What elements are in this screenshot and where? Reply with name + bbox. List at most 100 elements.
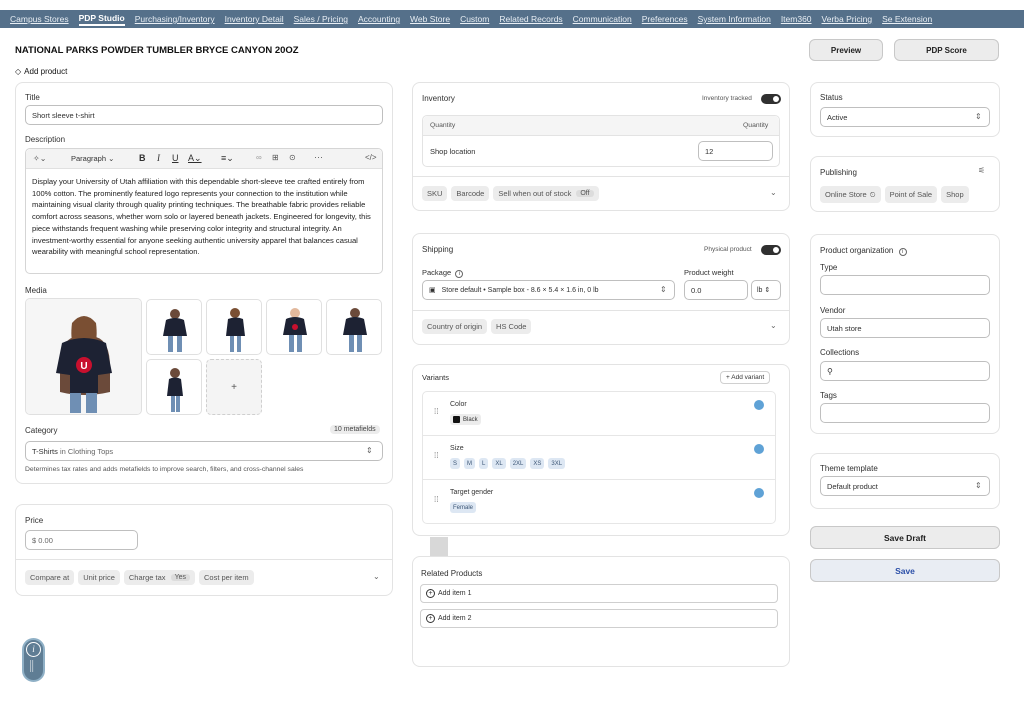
status-select[interactable]: Active xyxy=(820,107,990,127)
preview-button[interactable]: Preview xyxy=(809,39,883,61)
publishing-channel-pill[interactable]: Point of Sale xyxy=(884,186,938,203)
add-item-1-button[interactable]: + Add item 1 xyxy=(420,584,778,603)
image-icon[interactable]: ⊞ xyxy=(272,153,279,162)
sell-oos-pill[interactable]: Sell when out of stock Off xyxy=(493,186,599,201)
nav-tab[interactable]: Preferences xyxy=(642,14,688,24)
color-value-chip[interactable]: Black xyxy=(450,414,481,425)
edit-color-icon[interactable] xyxy=(754,400,764,410)
nav-tab[interactable]: Purchasing/Inventory xyxy=(135,14,215,24)
nav-tab[interactable]: Communication xyxy=(573,14,632,24)
drag-handle-icon[interactable]: ⁞⁞ xyxy=(434,496,438,504)
category-select[interactable]: T-Shirts in Clothing Tops xyxy=(25,441,383,461)
add-item-2-button[interactable]: + Add item 2 xyxy=(420,609,778,628)
theme-template-select[interactable]: Default product xyxy=(820,476,990,496)
nav-tab[interactable]: Web Store xyxy=(410,14,450,24)
nav-tab[interactable]: Related Records xyxy=(499,14,562,24)
vendor-input[interactable]: Utah store xyxy=(820,318,990,338)
magic-icon[interactable]: ✧⌄ xyxy=(33,154,46,163)
link-icon[interactable]: ∞ xyxy=(256,153,262,162)
edit-size-icon[interactable] xyxy=(754,444,764,454)
grid-icon: ⠿ ⠿ xyxy=(29,661,35,674)
pdp-score-button[interactable]: PDP Score xyxy=(894,39,999,61)
nav-tab[interactable]: Custom xyxy=(460,14,489,24)
shipping-expand-icon[interactable]: ⌄ xyxy=(770,321,777,330)
more-icon[interactable]: ··· xyxy=(314,152,323,162)
nav-tab[interactable]: Se Extension xyxy=(882,14,932,24)
nav-tab[interactable]: System Information xyxy=(698,14,771,24)
add-product-label: Add product xyxy=(24,67,68,76)
add-media-button[interactable]: + xyxy=(206,359,262,415)
title-input[interactable]: Short sleeve t-shirt xyxy=(25,105,383,125)
hs-code-pill[interactable]: HS Code xyxy=(491,319,532,334)
top-nav-bar: Campus Stores PDP Studio Purchasing/Invent… xyxy=(0,10,1024,28)
physical-product-toggle[interactable] xyxy=(761,245,781,255)
weight-unit-select[interactable]: lb ⇕ xyxy=(751,280,781,300)
nav-tab[interactable]: Inventory Detail xyxy=(225,14,284,24)
underline-icon[interactable]: U xyxy=(172,153,179,163)
drag-handle-icon[interactable]: ⁞⁞ xyxy=(434,408,438,416)
inventory-col-quantity-right: Quantity xyxy=(743,122,769,129)
align-icon[interactable]: ≡⌄ xyxy=(221,153,234,164)
package-select[interactable]: ▣ Store default • Sample box - 8.6 × 5.4 … xyxy=(422,280,675,300)
add-product-link[interactable]: ◇ Add product xyxy=(15,67,67,76)
drag-handle-icon[interactable]: ⁞⁞ xyxy=(434,452,438,460)
size-value-chip[interactable]: 2XL xyxy=(509,458,527,469)
collections-input[interactable]: ⚲ xyxy=(820,361,990,381)
price-expand-icon[interactable]: ⌄ xyxy=(373,572,380,581)
price-input[interactable]: $ 0.00 xyxy=(25,530,138,550)
media-thumb-3[interactable] xyxy=(206,299,262,355)
media-main-image[interactable]: U xyxy=(25,298,142,415)
quantity-input[interactable]: 12 xyxy=(698,141,773,161)
metafields-badge[interactable]: 10 metafields xyxy=(330,425,380,434)
publishing-channel-pill[interactable]: Online Store ⏲ xyxy=(820,186,881,203)
add-item-1-label: Add item 1 xyxy=(438,590,472,597)
bold-icon[interactable]: B xyxy=(139,153,146,163)
size-value-chip[interactable]: 3XL xyxy=(548,458,566,469)
country-origin-pill[interactable]: Country of origin xyxy=(422,319,488,334)
media-thumb-2[interactable] xyxy=(146,299,202,355)
inventory-expand-icon[interactable]: ⌄ xyxy=(770,188,777,197)
gender-value-chip[interactable]: Female xyxy=(450,502,477,513)
charge-tax-pill[interactable]: Charge tax Yes xyxy=(123,570,195,585)
size-value-chip[interactable]: XS xyxy=(530,458,545,469)
edit-gender-icon[interactable] xyxy=(754,488,764,498)
color-option-label: Color xyxy=(450,401,467,408)
nav-tab[interactable]: PDP Studio xyxy=(78,13,125,26)
nav-tab[interactable]: Accounting xyxy=(358,14,400,24)
nav-tab[interactable]: Campus Stores xyxy=(10,14,69,24)
nav-tab[interactable]: Verba Pricing xyxy=(822,14,873,24)
media-thumb-6[interactable] xyxy=(146,359,202,415)
save-draft-button[interactable]: Save Draft xyxy=(810,526,1000,549)
price-divider xyxy=(16,559,392,560)
sku-pill[interactable]: SKU xyxy=(422,186,448,201)
publishing-channel-pill[interactable]: Shop xyxy=(941,186,969,203)
add-variant-button[interactable]: + Add variant xyxy=(720,371,771,384)
cost-per-item-pill[interactable]: Cost per item xyxy=(198,570,254,585)
media-thumb-4[interactable] xyxy=(266,299,322,355)
organization-label-text: Product organization xyxy=(820,246,894,255)
type-input[interactable] xyxy=(820,275,990,295)
inventory-tracked-toggle[interactable] xyxy=(761,94,781,104)
scroll-thumb[interactable] xyxy=(430,537,448,556)
tags-input[interactable] xyxy=(820,403,990,423)
publishing-settings-icon[interactable]: ⚟ xyxy=(978,166,985,175)
nav-tab[interactable]: Sales / Pricing xyxy=(294,14,348,24)
text-color-icon[interactable]: A⌄ xyxy=(188,153,202,164)
video-icon[interactable]: ⊙ xyxy=(289,153,296,162)
compare-at-pill[interactable]: Compare at xyxy=(25,570,75,585)
nav-tab[interactable]: Item360 xyxy=(781,14,812,24)
size-value-chip[interactable]: S xyxy=(450,458,461,469)
code-icon[interactable]: </> xyxy=(365,153,377,162)
media-thumb-5[interactable] xyxy=(326,299,382,355)
paragraph-select[interactable]: Paragraph ⌄ xyxy=(71,154,114,163)
barcode-pill[interactable]: Barcode xyxy=(451,186,490,201)
unit-price-pill[interactable]: Unit price xyxy=(78,570,120,585)
color-value: Black xyxy=(463,416,478,423)
assistant-widget[interactable]: i ⠿ ⠿ xyxy=(22,638,45,682)
weight-input[interactable]: 0.0 xyxy=(684,280,748,300)
size-value-chip[interactable]: L xyxy=(479,458,489,469)
size-value-chip[interactable]: XL xyxy=(492,458,506,469)
size-value-chip[interactable]: M xyxy=(464,458,476,469)
italic-icon[interactable]: I xyxy=(157,153,160,163)
save-button[interactable]: Save xyxy=(810,559,1000,582)
